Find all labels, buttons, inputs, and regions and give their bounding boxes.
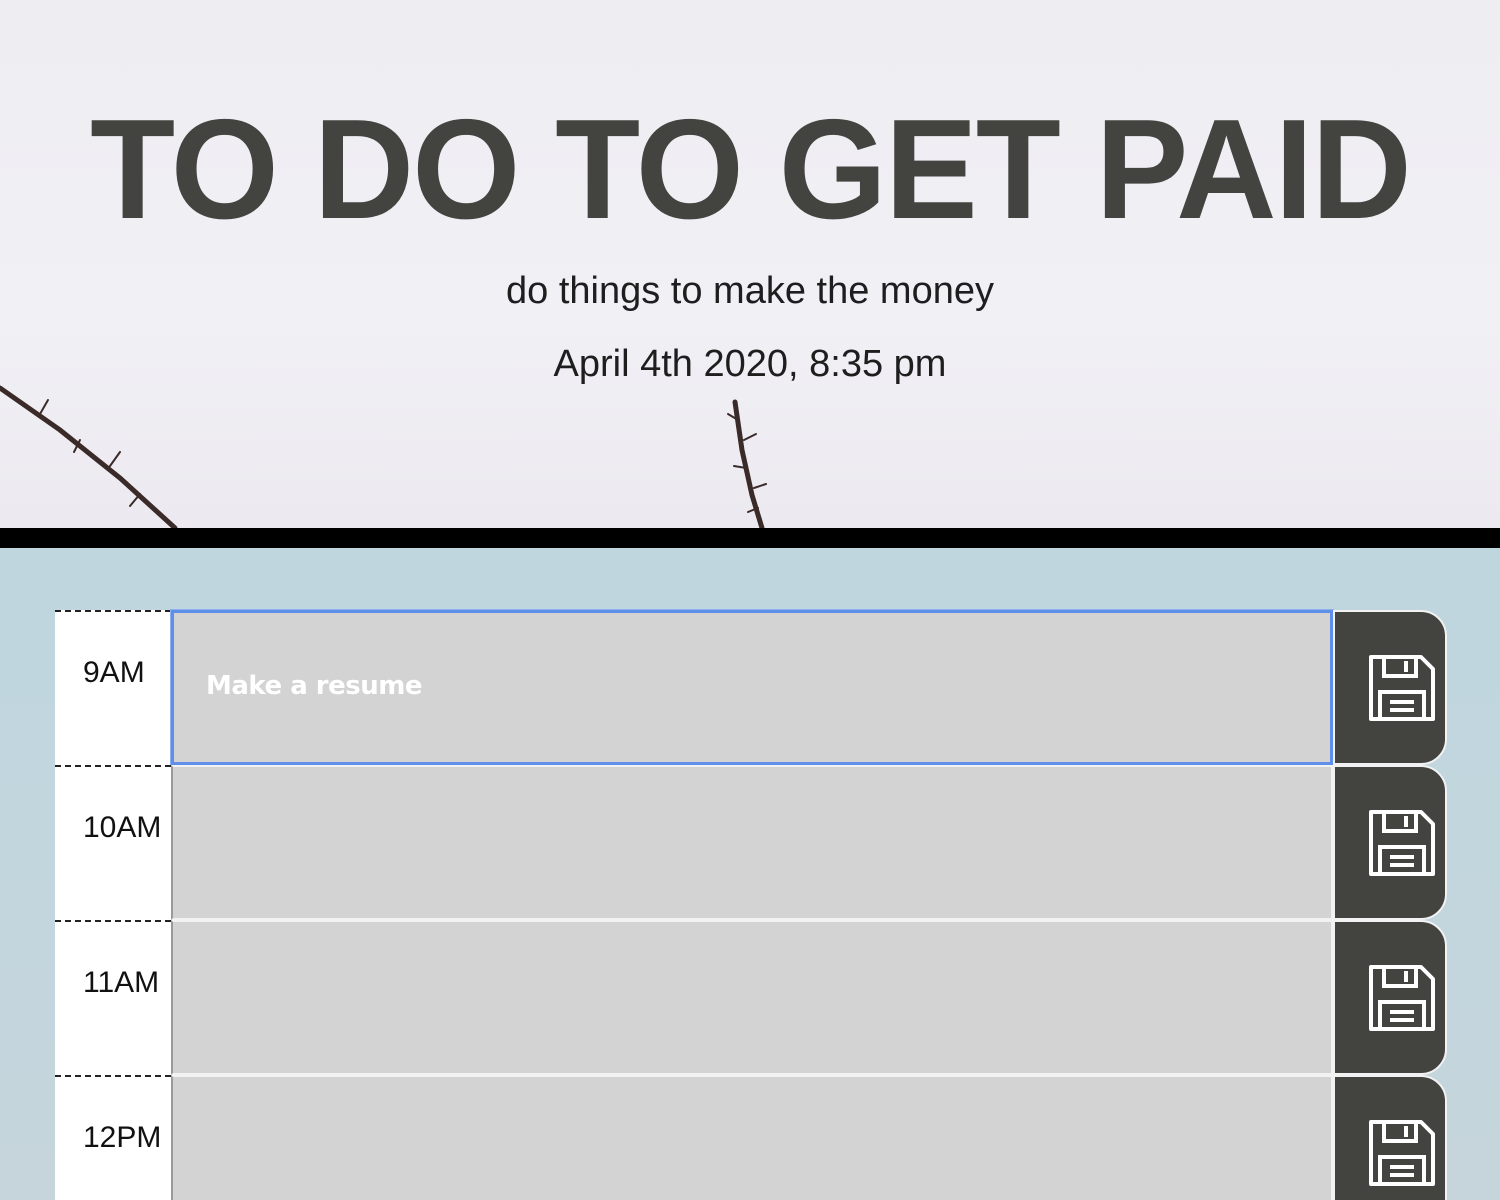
task-input-12pm[interactable] (171, 1075, 1333, 1200)
task-input-10am[interactable] (171, 765, 1333, 920)
hour-label: 11AM (83, 966, 160, 999)
branch-background-image (0, 385, 767, 528)
task-input-9am[interactable]: Make a resume (171, 610, 1333, 765)
header-divider (0, 528, 1500, 548)
planner-container: 9AM Make a resume 10AM 11AM 12PM (0, 548, 1500, 1200)
time-block-11am: 11AM (55, 920, 1447, 1075)
jumbotron-header: TO DO TO GET PAID do things to make the … (0, 0, 1500, 528)
page-title: TO DO TO GET PAID (90, 90, 1412, 249)
time-block-12pm: 12PM (55, 1075, 1447, 1200)
time-block-9am: 9AM Make a resume (55, 610, 1447, 765)
save-button-11am[interactable] (1333, 920, 1447, 1075)
floppy-disk-icon (1369, 655, 1435, 721)
floppy-disk-icon (1369, 965, 1435, 1031)
hour-label: 9AM (83, 656, 145, 689)
page-subtitle: do things to make the money (506, 270, 994, 312)
hour-label: 12PM (83, 1121, 162, 1154)
floppy-disk-icon (1369, 1120, 1435, 1186)
task-input-11am[interactable] (171, 920, 1333, 1075)
hour-cell: 9AM (55, 610, 171, 765)
floppy-disk-icon (1369, 810, 1435, 876)
current-date-display: April 4th 2020, 8:35 pm (553, 343, 947, 385)
save-button-9am[interactable] (1333, 610, 1447, 765)
save-button-10am[interactable] (1333, 765, 1447, 920)
hour-label: 10AM (83, 811, 162, 844)
task-text: Make a resume (206, 671, 422, 701)
hour-cell: 11AM (55, 920, 171, 1075)
save-button-12pm[interactable] (1333, 1075, 1447, 1200)
hour-cell: 12PM (55, 1075, 171, 1200)
hour-cell: 10AM (55, 765, 171, 920)
time-block-10am: 10AM (55, 765, 1447, 920)
